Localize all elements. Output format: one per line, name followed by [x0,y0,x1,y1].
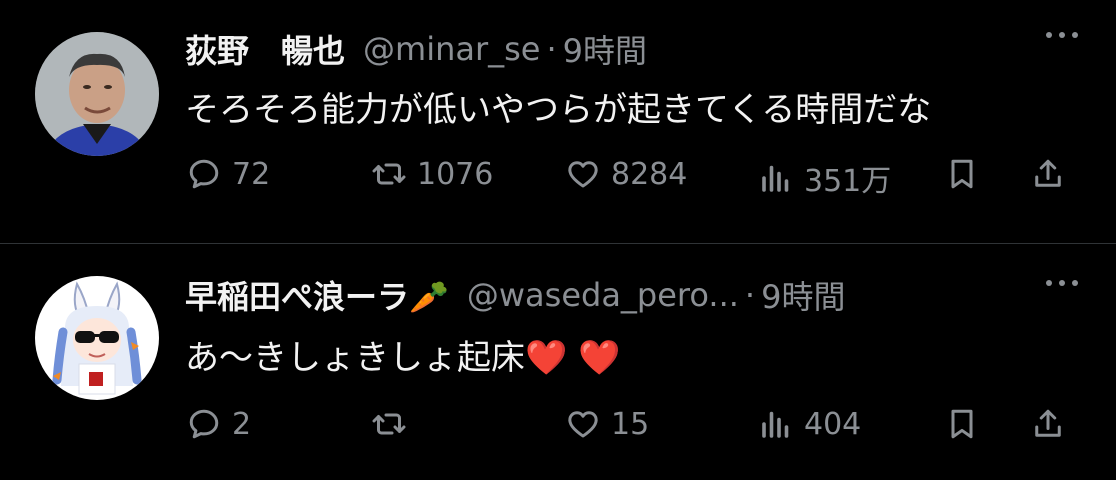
tweet-2[interactable]: 早稲田ぺ浪ーラ🥕 @waseda_pero... · 9時間 あ〜きしょきしょ起… [0,244,1116,480]
like-icon [568,161,598,188]
like-button[interactable]: 8284 [565,156,687,192]
views-icon [762,165,789,192]
reply-icon [189,409,219,439]
retweet-button[interactable] [371,406,417,442]
reply-button[interactable]: 2 [186,406,251,442]
share-icon [1035,159,1061,187]
tweet-header: 早稲田ぺ浪ーラ🥕 @waseda_pero... · 9時間 [185,270,845,320]
share-icon [1035,409,1061,437]
reply-button[interactable]: 72 [186,156,270,192]
bookmark-icon [951,409,973,439]
retweet-button[interactable]: 1076 [371,156,493,192]
timestamp[interactable]: 9時間 [563,26,647,72]
like-icon [568,411,598,438]
avatar[interactable] [35,276,159,400]
more-icon[interactable] [1046,280,1078,286]
tweet-text: あ〜きしょきしょ起床❤️ ❤️ [185,338,621,378]
more-icon[interactable] [1046,32,1078,38]
user-handle[interactable]: @waseda_pero... [467,276,739,314]
reply-count: 72 [232,156,271,192]
like-count: 8284 [611,156,688,192]
separator: · [546,30,557,68]
bookmark-button[interactable] [944,406,980,442]
share-button[interactable] [1030,156,1066,192]
reply-icon [189,159,219,189]
views-icon [762,411,789,438]
like-button[interactable]: 15 [565,406,649,442]
retweet-icon [372,413,406,435]
views-button[interactable]: 404 [758,406,861,442]
retweet-count: 1076 [417,156,494,192]
action-bar: 72 1076 8284 351万 [0,156,1116,206]
user-handle[interactable]: @minar_se [363,30,540,68]
timestamp[interactable]: 9時間 [761,272,845,318]
like-count: 15 [611,406,650,442]
retweet-icon [372,163,406,185]
views-count: 351万 [804,164,892,199]
share-button[interactable] [1030,406,1066,442]
tweet-header: 荻野 暢也 @minar_se · 9時間 [185,24,647,74]
bookmark-button[interactable] [944,156,980,192]
reply-count: 2 [232,406,252,442]
tweet-text: そろそろ能力が低いやつらが起きてくる時間だな [185,90,932,130]
bookmark-icon [951,159,973,189]
tweet-1[interactable]: 荻野 暢也 @minar_se · 9時間 そろそろ能力が低いやつらが起きてくる… [0,0,1116,243]
display-name[interactable]: 早稲田ぺ浪ーラ🥕 [185,272,449,318]
action-bar: 2 15 404 [0,406,1116,456]
separator: · [744,276,756,314]
avatar[interactable] [35,32,159,156]
views-count: 404 [804,406,862,442]
display-name[interactable]: 荻野 暢也 [185,26,345,72]
views-button[interactable]: 351万 [758,156,891,200]
